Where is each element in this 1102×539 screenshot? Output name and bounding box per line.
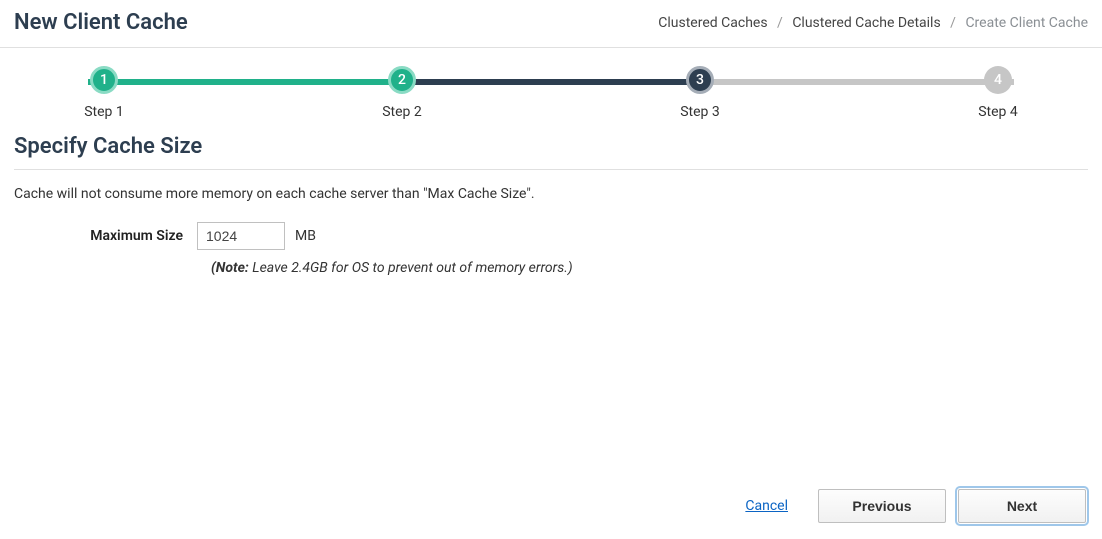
breadcrumb-link-clustered-cache-details[interactable]: Clustered Cache Details [792,15,940,31]
section-description: Cache will not consume more memory on ea… [14,170,1088,222]
max-size-unit: MB [295,228,316,244]
breadcrumb-link-clustered-caches[interactable]: Clustered Caches [658,15,767,31]
note-prefix: (Note: [211,260,249,276]
breadcrumb-separator: / [950,15,956,31]
max-size-label: Maximum Size [14,228,197,244]
stepper: 1 Step 1 2 Step 2 3 Step 3 4 Step 4 [74,66,1028,120]
step-4[interactable]: 4 Step 4 [968,66,1028,120]
step-label-1: Step 1 [84,104,124,120]
step-circle-4: 4 [984,66,1012,94]
step-connector-2 [392,79,710,85]
breadcrumb-separator: / [777,15,783,31]
next-button[interactable]: Next [958,489,1086,523]
breadcrumb: Clustered Caches / Clustered Cache Detai… [658,15,1088,31]
main-content: Specify Cache Size Cache will not consum… [0,128,1102,276]
section-title: Specify Cache Size [14,128,1088,170]
max-size-input[interactable] [197,222,285,250]
step-circle-1: 1 [90,66,118,94]
step-circle-2: 2 [388,66,416,94]
step-1[interactable]: 1 Step 1 [74,66,134,120]
max-size-note: (Note: Leave 2.4GB for OS to prevent out… [14,260,1088,276]
stepper-container: 1 Step 1 2 Step 2 3 Step 3 4 Step 4 [0,48,1102,128]
note-text: Leave 2.4GB for OS to prevent out of mem… [249,260,573,276]
breadcrumb-current: Create Client Cache [965,15,1088,31]
step-3[interactable]: 3 Step 3 [670,66,730,120]
step-label-4: Step 4 [978,104,1018,120]
form-row-max-size: Maximum Size MB [14,222,1088,250]
step-2[interactable]: 2 Step 2 [372,66,432,120]
wizard-footer: Cancel Previous Next [0,475,1102,539]
step-circle-3: 3 [686,66,714,94]
cancel-link[interactable]: Cancel [745,498,788,514]
page-title: New Client Cache [14,10,188,35]
step-label-3: Step 3 [680,104,720,120]
page-header: New Client Cache Clustered Caches / Clus… [0,0,1102,48]
previous-button[interactable]: Previous [818,489,946,523]
step-label-2: Step 2 [382,104,422,120]
